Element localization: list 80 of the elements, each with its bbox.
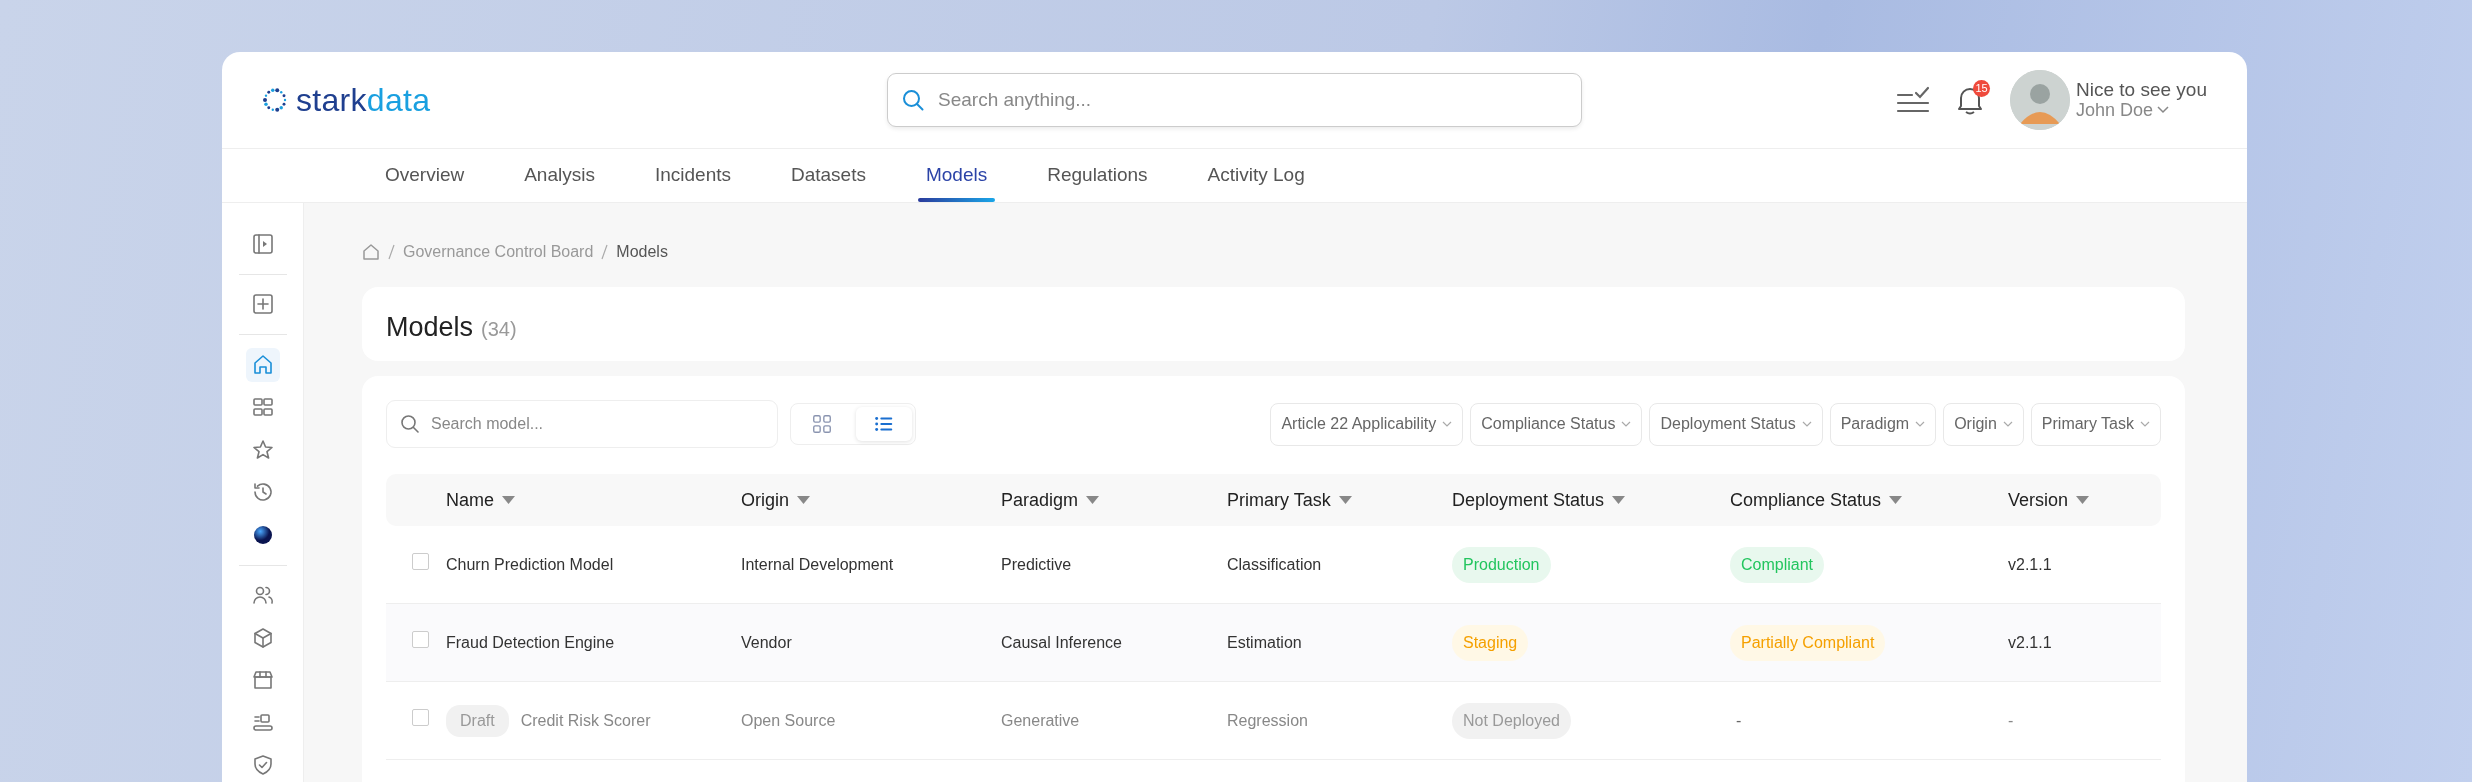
- view-toggle[interactable]: [856, 407, 912, 441]
- sort-caret-icon[interactable]: [2076, 496, 2090, 504]
- table-cell: v2.1.1: [2008, 555, 2052, 573]
- greeting-text: Nice to see you: [2076, 79, 2207, 101]
- plus-square-icon: [250, 292, 275, 317]
- nav-tab[interactable]: Models: [917, 149, 996, 202]
- table-cell: Generative: [1001, 711, 1080, 729]
- filter-dropdown[interactable]: Paradigm: [1829, 402, 1937, 446]
- table-row[interactable]: Draft Credit Risk Scorer Open Source Generative Regression Not Deployed - -: [386, 682, 2161, 760]
- sort-caret-icon[interactable]: [1338, 496, 1352, 504]
- chevron-down-icon: [1801, 420, 1812, 428]
- table-cell: Predictive: [1001, 555, 1072, 573]
- user-menu[interactable]: John Doe: [2076, 100, 2170, 121]
- column-header[interactable]: Primary Task: [1227, 486, 1331, 514]
- breadcrumb-current: Models: [616, 242, 668, 262]
- table-cell: Internal Development: [741, 555, 894, 573]
- table-cell: -: [2008, 711, 2014, 729]
- status-pill: Production: [1452, 546, 1551, 583]
- table-cell-text: Churn Prediction Model: [446, 554, 614, 575]
- table-cell: Open Source: [741, 711, 836, 729]
- nav-tab[interactable]: Activity Log: [1199, 149, 1313, 202]
- column-header[interactable]: Compliance Status: [1730, 486, 1882, 514]
- nav-tab[interactable]: Incidents: [646, 149, 739, 202]
- row-checkbox[interactable]: [412, 552, 429, 570]
- column-header[interactable]: Deployment Status: [1452, 486, 1605, 514]
- column-header[interactable]: Origin: [741, 486, 789, 514]
- grid-view-icon: [811, 413, 833, 435]
- chevron-down-icon: [2140, 420, 2150, 428]
- table-cell: Causal Inference: [1001, 633, 1122, 651]
- table-cell-text: Fraud Detection Engine: [446, 632, 615, 653]
- filter-dropdown[interactable]: Deployment Status: [1649, 402, 1823, 446]
- table-cell: Classification: [1227, 555, 1322, 573]
- filter-dropdown[interactable]: Article 22 Applicability: [1270, 402, 1464, 446]
- sort-caret-icon[interactable]: [797, 496, 810, 504]
- draft-tag: Draft: [446, 704, 509, 737]
- nav-tab[interactable]: Regulations: [1039, 149, 1156, 202]
- filter-dropdown[interactable]: Compliance Status: [1470, 402, 1643, 446]
- row-checkbox[interactable]: [412, 708, 429, 726]
- breadcrumb-separator-icon: [601, 244, 609, 260]
- sort-caret-icon[interactable]: [1889, 496, 1903, 504]
- logo-icon: [262, 87, 288, 113]
- row-checkbox[interactable]: [412, 630, 429, 648]
- table-cell: Regression: [1227, 711, 1308, 729]
- sort-caret-icon[interactable]: [1086, 496, 1100, 504]
- table-row[interactable]: Fraud Detection Engine Vendor Causal Inference Estimation Staging Partially Compliant v2.1.1: [386, 604, 2161, 682]
- table-cell: v2.1.1: [2008, 633, 2052, 651]
- chevron-down-icon: [2002, 420, 2013, 428]
- star-icon: [250, 437, 275, 462]
- column-header[interactable]: Name: [446, 486, 494, 514]
- logo-text: starkdata: [296, 81, 431, 120]
- sidebar-toggle-icon: [250, 231, 275, 256]
- search-field[interactable]: Search anything...: [887, 73, 1582, 127]
- task-list-icon[interactable]: [1896, 86, 1931, 114]
- avatar-silhouette[interactable]: [2010, 70, 2071, 130]
- breadcrumb-separator-icon: [388, 244, 395, 260]
- nav-tab[interactable]: Overview: [377, 149, 473, 202]
- table-cell-text: -: [1735, 710, 1743, 731]
- status-pill: Partially Compliant: [1730, 624, 1886, 661]
- table-cell: Estimation: [1227, 633, 1302, 651]
- nav-tab[interactable]: Datasets: [783, 149, 874, 202]
- status-pill: Staging: [1452, 624, 1529, 661]
- chevron-down-icon: [1442, 420, 1453, 428]
- chevron-down-icon: [1621, 420, 1632, 428]
- status-pill: Compliant: [1730, 546, 1825, 583]
- table-cell-text: Credit Risk Scorer: [520, 710, 651, 731]
- home-icon[interactable]: [362, 243, 380, 261]
- table-cell: Vendor: [741, 633, 792, 651]
- chevron-down-icon: [2157, 106, 2170, 115]
- notification-count: 15: [1973, 80, 1991, 97]
- chevron-down-icon: [1915, 420, 1926, 428]
- page-title: Models: [386, 311, 474, 344]
- sort-caret-icon[interactable]: [1612, 496, 1626, 504]
- column-header[interactable]: Version: [2008, 486, 2069, 514]
- model-count: (34): [481, 317, 517, 342]
- filter-dropdown[interactable]: Origin: [1943, 402, 2024, 446]
- filter-dropdown[interactable]: Primary Task: [2030, 402, 2161, 446]
- nav-tab[interactable]: Analysis: [516, 149, 603, 202]
- column-header[interactable]: Paradigm: [1001, 486, 1079, 514]
- sort-caret-icon[interactable]: [502, 496, 515, 504]
- status-pill: Not Deployed: [1452, 702, 1571, 739]
